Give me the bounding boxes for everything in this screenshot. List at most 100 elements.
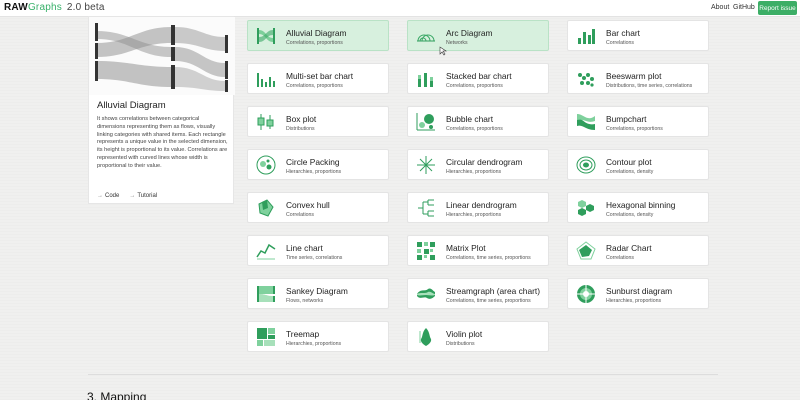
chart-card-convex-hull[interactable]: Convex hull Correlations (247, 192, 389, 223)
stacked-bar-icon (416, 69, 436, 89)
tutorial-link[interactable]: → Tutorial (129, 193, 157, 199)
app-logo[interactable]: RAWGraphs 2.0 beta (4, 2, 105, 13)
chart-card-category: Distributions, time series, correlations (606, 83, 693, 89)
chart-card-matrix-plot[interactable]: Matrix Plot Correlations, time series, p… (407, 235, 549, 266)
chart-card-category: Correlations, time series, proportions (446, 255, 531, 261)
chart-card-name: Bubble chart (446, 114, 494, 124)
chart-card-line-chart[interactable]: Line chart Time series, correlations (247, 235, 389, 266)
matrix-icon (416, 241, 436, 261)
code-link-label: Code (105, 193, 120, 199)
beeswarm-icon (576, 69, 596, 89)
chart-card-category: Networks (446, 40, 468, 46)
logo-raw: RAW (4, 2, 28, 13)
chart-card-linear-dendrogram[interactable]: Linear dendrogram Hierarchies, proportio… (407, 192, 549, 223)
chart-card-radar[interactable]: Radar Chart Correlations (567, 235, 709, 266)
chart-card-name: Treemap (286, 329, 320, 339)
circular-dendrogram-icon (416, 155, 436, 175)
chart-card-stacked-bar[interactable]: Stacked bar chart Correlations, proporti… (407, 63, 549, 94)
chart-card-name: Beeswarm plot (606, 71, 662, 81)
bar-icon (576, 26, 596, 46)
preview-description: It shows correlations between categorica… (97, 116, 228, 169)
bump-icon (576, 112, 596, 132)
chart-card-contour[interactable]: Contour plot Correlations, density (567, 149, 709, 180)
chart-card-alluvial[interactable]: Alluvial Diagram Correlations, proportio… (247, 20, 389, 51)
chart-card-multiset-bar[interactable]: Multi-set bar chart Correlations, propor… (247, 63, 389, 94)
chart-card-name: Radar Chart (606, 243, 652, 253)
radar-icon (576, 241, 596, 261)
code-link[interactable]: → Code (97, 193, 119, 199)
chart-card-violin[interactable]: Violin plot Distributions (407, 321, 549, 352)
top-navbar: RAWGraphs 2.0 beta About GitHub Report i… (0, 0, 800, 17)
chart-card-bar[interactable]: Bar chart Correlations (567, 20, 709, 51)
logo-graphs: Graphs (27, 2, 62, 13)
chart-card-category: Correlations, density (606, 212, 654, 218)
chart-card-category: Hierarchies, proportions (606, 298, 662, 304)
preview-links: → Code → Tutorial (97, 193, 157, 199)
multiset-bar-icon (256, 69, 276, 89)
nav-about-link[interactable]: About (711, 4, 729, 11)
chart-card-category: Hierarchies, proportions (446, 169, 502, 175)
chart-card-name: Stacked bar chart (446, 71, 512, 81)
chart-card-name: Circle Packing (286, 157, 340, 167)
tutorial-link-label: Tutorial (137, 193, 158, 199)
chart-card-name: Bar chart (606, 28, 640, 38)
chart-card-beeswarm[interactable]: Beeswarm plot Distributions, time series… (567, 63, 709, 94)
streamgraph-icon (416, 284, 436, 304)
chart-card-circle-packing[interactable]: Circle Packing Hierarchies, proportions (247, 149, 389, 180)
chart-card-name: Circular dendrogram (446, 157, 523, 167)
chart-card-boxplot[interactable]: Box plot Distributions (247, 106, 389, 137)
chart-card-category: Flows, networks (286, 298, 324, 304)
chart-card-category: Hierarchies, proportions (286, 169, 342, 175)
chart-card-category: Distributions (446, 341, 475, 347)
line-chart-icon (256, 241, 276, 261)
chart-card-sankey[interactable]: Sankey Diagram Flows, networks (247, 278, 389, 309)
chart-card-circular-dendrogram[interactable]: Circular dendrogram Hierarchies, proport… (407, 149, 549, 180)
chart-card-category: Correlations, proportions (606, 126, 663, 132)
sunburst-icon (576, 284, 596, 304)
arrow-icon: → (129, 193, 136, 199)
chart-card-name: Convex hull (286, 200, 330, 210)
chart-card-name: Sankey Diagram (286, 286, 348, 296)
chart-card-category: Correlations, density (606, 169, 654, 175)
mouse-cursor-icon (438, 43, 448, 56)
chart-card-name: Arc Diagram (446, 28, 493, 38)
chart-card-category: Correlations, proportions (446, 126, 503, 132)
convex-hull-icon (256, 198, 276, 218)
arc-icon (416, 26, 436, 46)
chart-card-name: Sunburst diagram (606, 286, 673, 296)
chart-card-name: Bumpchart (606, 114, 647, 124)
preview-title: Alluvial Diagram (97, 100, 166, 111)
app-version: 2.0 beta (66, 2, 105, 13)
contour-icon (576, 155, 596, 175)
chart-card-name: Streamgraph (area chart) (446, 286, 541, 296)
boxplot-icon (256, 112, 276, 132)
chart-card-arc[interactable]: Arc Diagram Networks (407, 20, 549, 51)
chart-card-category: Correlations, time series, proportions (446, 298, 531, 304)
alluvial-preview-image (89, 17, 235, 95)
chart-card-hexbin[interactable]: Hexagonal binning Correlations, density (567, 192, 709, 223)
report-issue-button[interactable]: Report issue (758, 1, 797, 15)
chart-card-bubble[interactable]: Bubble chart Correlations, proportions (407, 106, 549, 137)
chart-card-name: Violin plot (446, 329, 483, 339)
bubble-icon (416, 112, 436, 132)
mapping-section-title: 3. Mapping (87, 390, 147, 400)
chart-card-name: Contour plot (606, 157, 652, 167)
violin-icon (416, 327, 436, 347)
chart-card-treemap[interactable]: Treemap Hierarchies, proportions (247, 321, 389, 352)
chart-card-category: Correlations, proportions (446, 83, 503, 89)
linear-dendrogram-icon (416, 198, 436, 218)
chart-preview-card: Alluvial Diagram It shows correlations b… (88, 16, 235, 204)
chart-card-name: Matrix Plot (446, 243, 486, 253)
circle-packing-icon (256, 155, 276, 175)
chart-card-sunburst[interactable]: Sunburst diagram Hierarchies, proportion… (567, 278, 709, 309)
nav-github-link[interactable]: GitHub (733, 4, 755, 11)
chart-card-name: Multi-set bar chart (286, 71, 354, 81)
chart-card-category: Correlations (606, 255, 634, 261)
chart-card-bumpchart[interactable]: Bumpchart Correlations, proportions (567, 106, 709, 137)
chart-card-name: Alluvial Diagram (286, 28, 347, 38)
alluvial-icon (256, 26, 276, 46)
section-divider (88, 374, 718, 375)
chart-card-category: Time series, correlations (286, 255, 343, 261)
chart-card-streamgraph[interactable]: Streamgraph (area chart) Correlations, t… (407, 278, 549, 309)
chart-card-name: Box plot (286, 114, 317, 124)
